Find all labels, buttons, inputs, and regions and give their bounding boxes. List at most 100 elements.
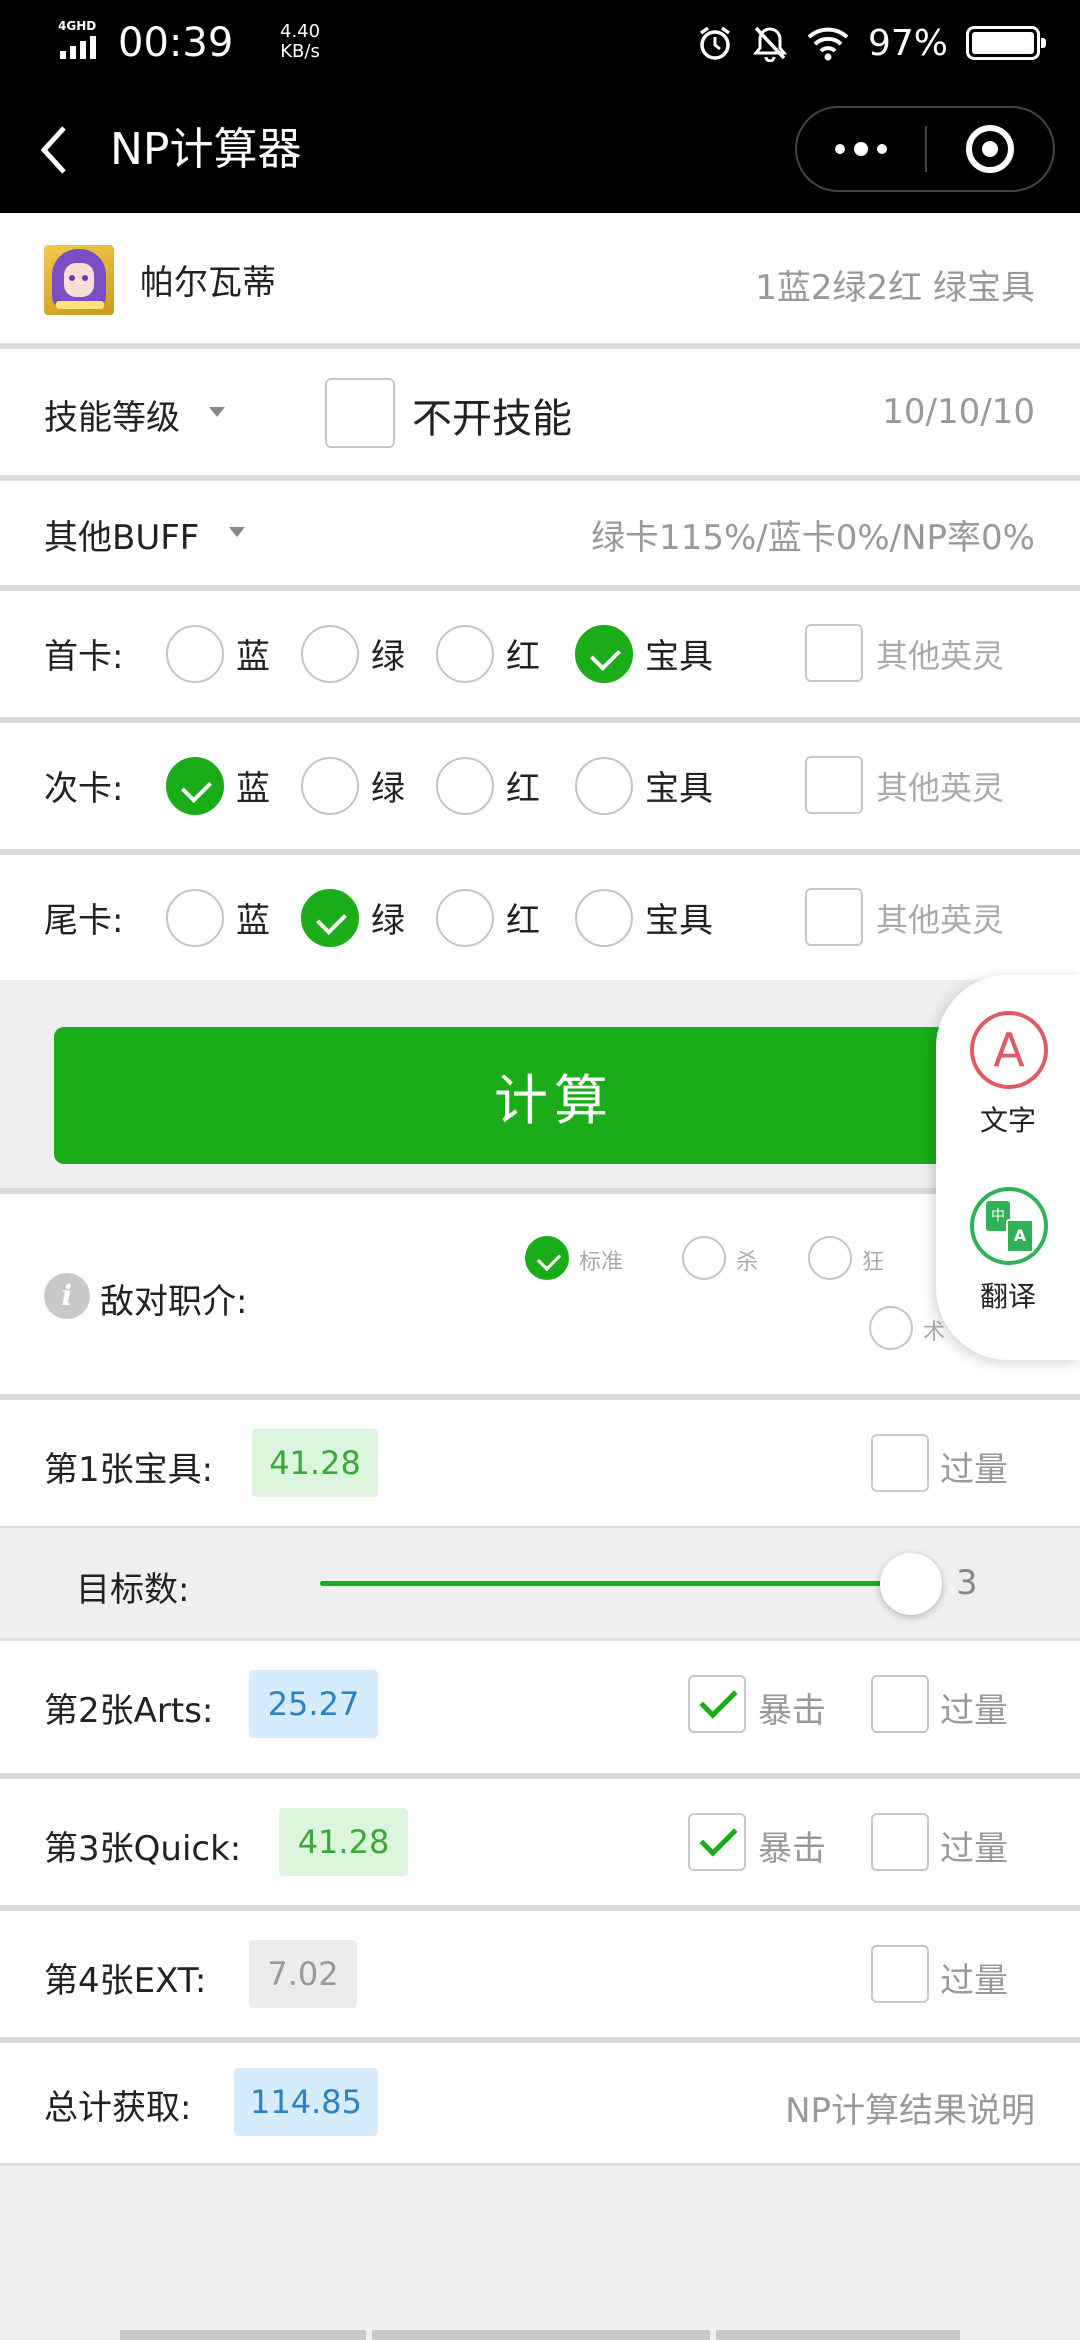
np-value-1: 41.28 — [252, 1429, 378, 1497]
clock: 00:39 — [118, 20, 234, 66]
overkill-label-1: 过量 — [940, 1450, 1008, 1490]
enemy-class-option-2: 杀 — [736, 1250, 759, 1275]
no-skill-label: 不开技能 — [412, 396, 572, 442]
back-arrow-icon[interactable] — [34, 122, 74, 178]
total-label: 总计获取: — [44, 2088, 192, 2128]
critical-checkbox-2[interactable] — [688, 1675, 746, 1733]
card-radio-blue[interactable] — [166, 889, 224, 947]
alarm-icon — [699, 26, 731, 60]
card-radio-green[interactable] — [301, 625, 359, 683]
overkill-checkbox-1[interactable] — [871, 1434, 929, 1492]
dropdown-arrow-icon[interactable] — [209, 407, 225, 417]
card-option-label-np: 宝具 — [645, 901, 713, 941]
no-skill-checkbox[interactable] — [325, 378, 395, 448]
target-count-value: 3 — [956, 1563, 978, 1603]
card-option-label-np: 宝具 — [645, 637, 713, 677]
result-label-1: 第1张宝具: — [44, 1450, 214, 1490]
more-dots-icon — [835, 144, 845, 154]
translate-tool-label[interactable]: 翻译 — [936, 1275, 1080, 1315]
card-option-label-green: 绿 — [371, 637, 405, 677]
floating-tool-panel: A 文字 中 A 翻译 — [936, 975, 1080, 1360]
bottom-tab-hint — [372, 2330, 710, 2340]
card-radio-red[interactable] — [436, 889, 494, 947]
card-option-label-red: 红 — [506, 901, 540, 941]
calculate-button[interactable]: 计算 — [54, 1027, 1054, 1164]
result-label-2: 第2张Arts: — [44, 1691, 214, 1731]
overkill-checkbox-4[interactable] — [871, 1945, 929, 2003]
overkill-checkbox-2[interactable] — [871, 1675, 929, 1733]
text-tool-label[interactable]: 文字 — [936, 1099, 1080, 1139]
enemy-class-option-1: 标准 — [579, 1250, 624, 1275]
critical-label-3: 暴击 — [758, 1829, 826, 1869]
card-radio-red[interactable] — [436, 757, 494, 815]
target-count-slider[interactable] — [320, 1581, 910, 1586]
buff-label[interactable]: 其他BUFF — [44, 510, 199, 559]
card-option-label-green: 绿 — [371, 769, 405, 809]
overkill-label-2: 过量 — [940, 1691, 1008, 1731]
servant-deck: 1蓝2绿2红 绿宝具 — [755, 268, 1035, 308]
card-radio-blue[interactable] — [166, 757, 224, 815]
bottom-tab-hint — [120, 2330, 366, 2340]
other-servant-label: 其他英灵 — [876, 637, 1005, 675]
text-recognize-icon[interactable]: A — [970, 1011, 1048, 1089]
overkill-checkbox-3[interactable] — [871, 1813, 929, 1871]
page-title: NP计算器 — [110, 124, 302, 175]
card-radio-blue[interactable] — [166, 625, 224, 683]
card-option-label-red: 红 — [506, 769, 540, 809]
signal-icon: 4GHD — [58, 20, 106, 60]
servant-name: 帕尔瓦蒂 — [140, 263, 276, 303]
target-count-label: 目标数: — [76, 1570, 190, 1610]
wifi-icon — [807, 27, 849, 61]
card-option-label-np: 宝具 — [645, 769, 713, 809]
np-result-help-link[interactable]: NP计算结果说明 — [785, 2083, 1035, 2132]
enemy-class-option-4: 术 — [923, 1320, 946, 1345]
np-value-2: 25.27 — [249, 1670, 378, 1738]
enemy-class-radio-3[interactable] — [808, 1236, 852, 1280]
translate-icon[interactable]: 中 A — [970, 1187, 1048, 1265]
skill-level-label[interactable]: 技能等级 — [44, 390, 180, 439]
skill-levels: 10/10/10 — [882, 392, 1035, 432]
other-servant-checkbox[interactable] — [805, 888, 863, 946]
more-button[interactable] — [797, 108, 925, 190]
card-radio-np[interactable] — [575, 625, 633, 683]
total-value: 114.85 — [234, 2068, 378, 2136]
card-radio-np[interactable] — [575, 889, 633, 947]
battery-icon — [966, 26, 1046, 60]
card-option-label-blue: 蓝 — [236, 637, 270, 677]
card-radio-green[interactable] — [301, 889, 359, 947]
np-value-4: 7.02 — [249, 1940, 357, 2008]
other-servant-checkbox[interactable] — [805, 624, 863, 682]
card-row-label: 尾卡: — [44, 901, 124, 941]
bottom-tab-hint — [716, 2330, 960, 2340]
critical-checkbox-3[interactable] — [688, 1813, 746, 1871]
close-button[interactable] — [927, 125, 1053, 173]
status-bar: 4GHD 00:39 4.40 KB/s 97% — [0, 0, 1080, 90]
info-icon[interactable]: i — [44, 1273, 90, 1319]
enemy-class-radio-4[interactable] — [869, 1306, 913, 1350]
enemy-class-radio-1[interactable] — [525, 1236, 569, 1280]
servant-avatar — [44, 245, 114, 315]
top-bar: 4GHD 00:39 4.40 KB/s 97% NP计算器 — [0, 0, 1080, 213]
enemy-class-option-3: 狂 — [862, 1250, 885, 1275]
other-servant-label: 其他英灵 — [876, 901, 1005, 939]
enemy-class-radio-2[interactable] — [682, 1236, 726, 1280]
card-option-label-blue: 蓝 — [236, 769, 270, 809]
result-label-4: 第4张EXT: — [44, 1961, 207, 2001]
card-radio-green[interactable] — [301, 757, 359, 815]
card-option-label-green: 绿 — [371, 901, 405, 941]
card-row-label: 次卡: — [44, 769, 124, 809]
card-option-label-blue: 蓝 — [236, 901, 270, 941]
card-radio-red[interactable] — [436, 625, 494, 683]
network-type: 4GHD — [58, 19, 97, 33]
other-servant-label: 其他英灵 — [876, 769, 1005, 807]
overkill-label-3: 过量 — [940, 1829, 1008, 1869]
np-value-3: 41.28 — [279, 1808, 408, 1876]
other-servant-checkbox[interactable] — [805, 756, 863, 814]
dropdown-arrow-icon[interactable] — [229, 527, 245, 537]
slider-handle[interactable] — [880, 1553, 942, 1615]
card-radio-np[interactable] — [575, 757, 633, 815]
enemy-class-label: 敌对职介: — [100, 1282, 248, 1322]
battery-percent: 97% — [867, 22, 948, 64]
close-target-icon — [966, 125, 1014, 173]
card-row-label: 首卡: — [44, 637, 124, 677]
